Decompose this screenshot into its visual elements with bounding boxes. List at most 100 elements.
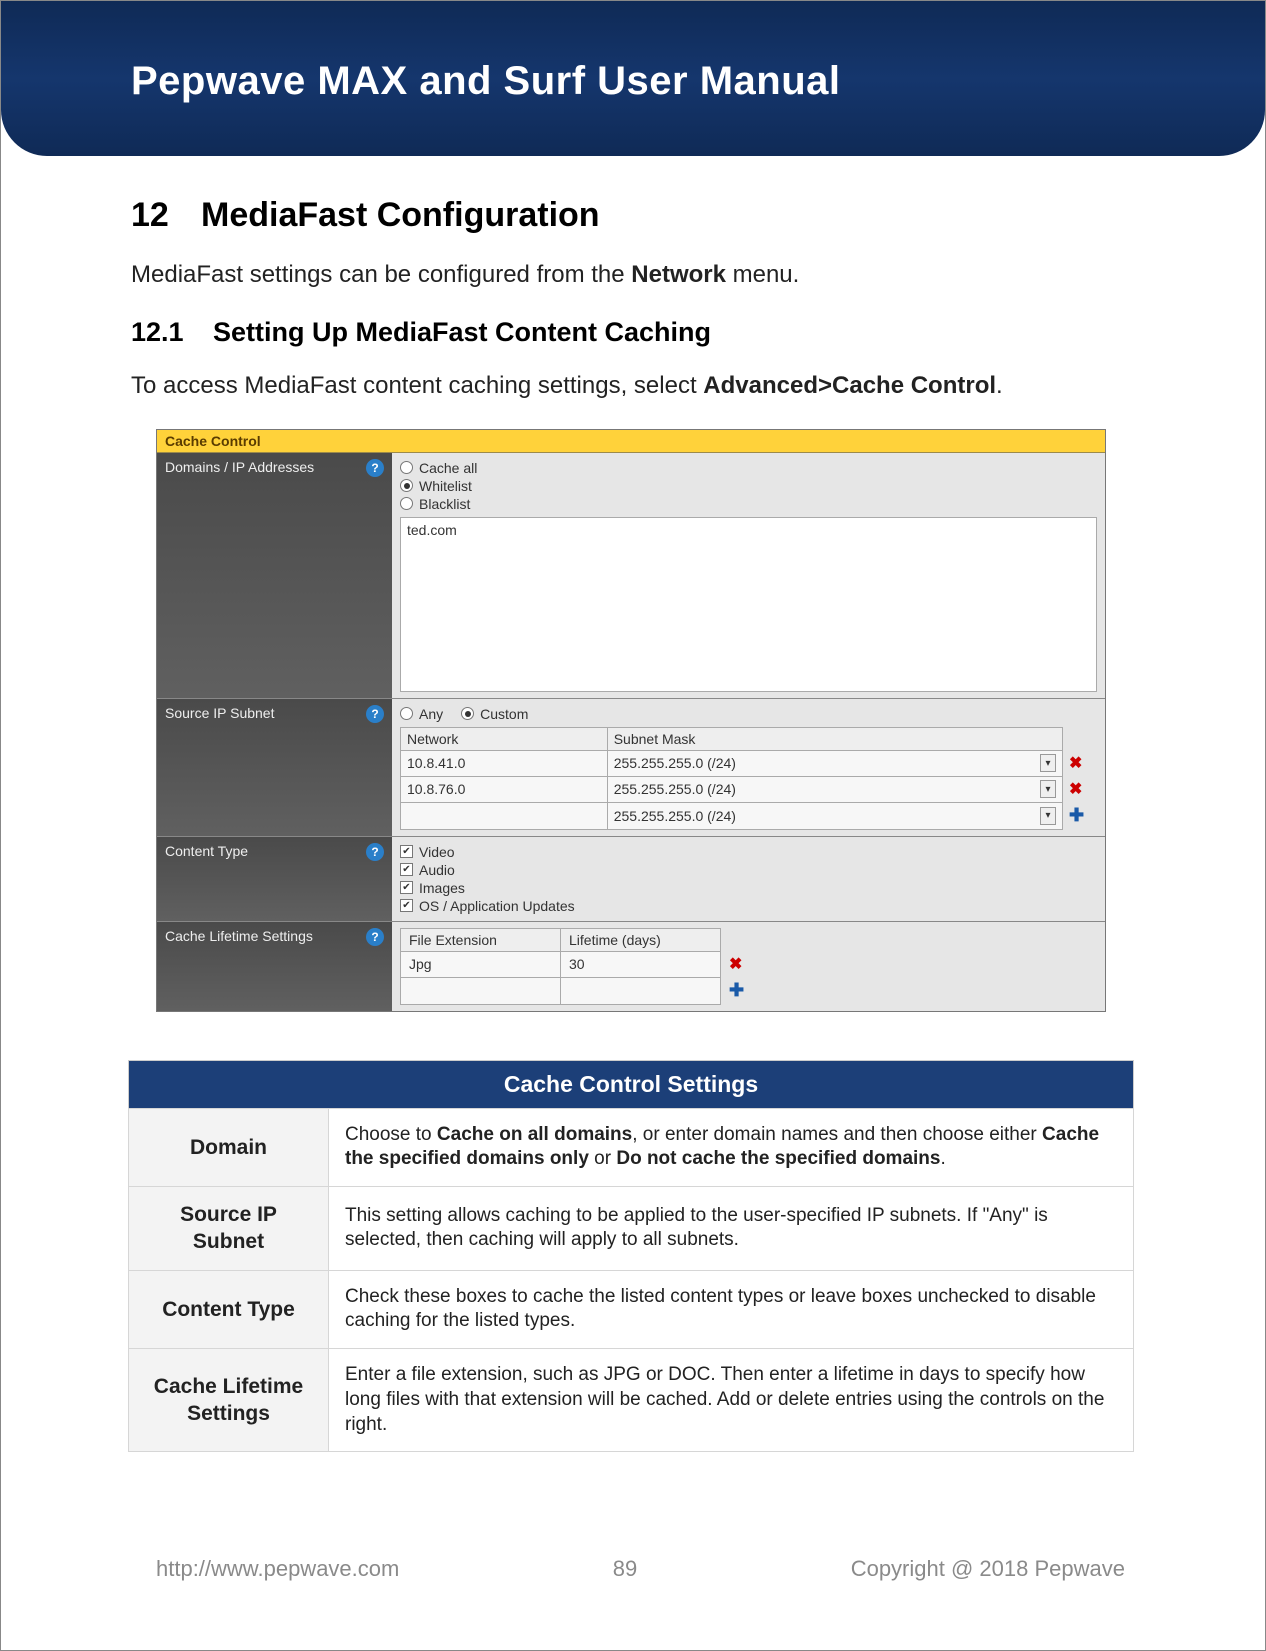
label-content-type: Content Type ? — [157, 837, 392, 921]
mask-value: 255.255.255.0 (/24) — [614, 781, 736, 797]
body-domains: Cache all Whitelist Blacklist ted.com — [392, 453, 1105, 698]
cache-control-panel: Cache Control Domains / IP Addresses ? C… — [156, 429, 1106, 1012]
header-band: Pepwave MAX and Surf User Manual — [1, 1, 1265, 156]
source-ip-mode: Any Custom — [400, 705, 1097, 723]
help-icon[interactable]: ? — [366, 459, 384, 477]
row-cache-lifetime: Cache Lifetime Settings ? File Extension… — [157, 922, 1105, 1011]
page-footer: http://www.pepwave.com 89 Copyright @ 20… — [1, 1556, 1265, 1582]
intro-text-post: menu. — [726, 261, 799, 288]
radio-icon — [400, 497, 413, 510]
help-icon[interactable]: ? — [366, 705, 384, 723]
body-source-ip: Any Custom Network Subnet Mask 10.8.41.0… — [392, 699, 1105, 836]
desc-key-content-type: Content Type — [129, 1270, 329, 1348]
desc-key-source-ip: Source IP Subnet — [129, 1187, 329, 1271]
page-number: 89 — [613, 1556, 637, 1582]
section-intro: MediaFast settings can be configured fro… — [131, 259, 1131, 291]
checkbox-os-updates[interactable]: OS / Application Updates — [400, 897, 1097, 915]
network-input[interactable]: 10.8.76.0 — [401, 776, 608, 802]
network-input[interactable]: 10.8.41.0 — [401, 750, 608, 776]
radio-icon — [400, 707, 413, 720]
section-number: 12 — [131, 196, 201, 235]
text: , or enter domain names and then choose … — [632, 1124, 1042, 1145]
col-network: Network — [401, 727, 608, 750]
days-input[interactable] — [561, 977, 721, 1004]
body-pre: To access MediaFast content caching sett… — [131, 372, 703, 399]
add-row-button[interactable]: ✚ — [729, 980, 744, 1000]
network-input[interactable] — [401, 802, 608, 829]
radio-whitelist[interactable]: Whitelist — [400, 477, 1097, 495]
radio-blacklist[interactable]: Blacklist — [400, 495, 1097, 513]
mask-value: 255.255.255.0 (/24) — [614, 755, 736, 771]
subsection-number: 12.1 — [131, 317, 213, 348]
subnet-table: Network Subnet Mask 10.8.41.0 255.255.25… — [400, 727, 1097, 830]
lifetime-table: File Extension Lifetime (days) Jpg 30 ✖ — [400, 928, 755, 1005]
table-row: Content Type Check these boxes to cache … — [129, 1270, 1134, 1348]
panel-title: Cache Control — [157, 430, 1105, 453]
page-frame: Pepwave MAX and Surf User Manual 12Media… — [0, 0, 1266, 1651]
intro-text-bold: Network — [631, 261, 726, 288]
help-icon[interactable]: ? — [366, 843, 384, 861]
col-action — [721, 928, 755, 951]
col-action — [1063, 727, 1097, 750]
domain-textarea[interactable]: ted.com — [400, 517, 1097, 692]
desc-key-cache-lifetime: Cache Lifetime Settings — [129, 1349, 329, 1452]
radio-label: Custom — [480, 706, 528, 722]
table-row: Cache Lifetime Settings Enter a file ext… — [129, 1349, 1134, 1452]
mask-select[interactable]: 255.255.255.0 (/24) ▾ — [607, 750, 1062, 776]
subsection-heading: 12.1Setting Up MediaFast Content Caching — [131, 317, 1131, 348]
checkbox-icon — [400, 845, 413, 858]
radio-icon — [400, 461, 413, 474]
table-row: 255.255.255.0 (/24) ▾ ✚ — [401, 802, 1097, 829]
body-content-type: Video Audio Images OS / Application Upda… — [392, 837, 1105, 921]
checkbox-icon — [400, 899, 413, 912]
ext-input[interactable] — [401, 977, 561, 1004]
table-row: ✚ — [401, 977, 755, 1004]
checkbox-label: OS / Application Updates — [419, 898, 575, 914]
col-file-ext: File Extension — [401, 928, 561, 951]
days-input[interactable]: 30 — [561, 951, 721, 977]
text: . — [940, 1148, 945, 1169]
delete-row-button[interactable]: ✖ — [1069, 755, 1082, 772]
table-row: Domain Choose to Cache on all domains, o… — [129, 1108, 1134, 1186]
text-bold: Do not cache the specified domains — [616, 1148, 940, 1169]
mask-select[interactable]: 255.255.255.0 (/24) ▾ — [607, 802, 1062, 829]
checkbox-label: Images — [419, 880, 465, 896]
subsection-title: Setting Up MediaFast Content Caching — [213, 317, 711, 347]
row-source-ip: Source IP Subnet ? Any Custom Network Su… — [157, 699, 1105, 837]
delete-row-button[interactable]: ✖ — [729, 956, 742, 973]
radio-custom[interactable]: Custom — [461, 705, 528, 723]
intro-text-pre: MediaFast settings can be configured fro… — [131, 261, 631, 288]
section-heading: 12MediaFast Configuration — [131, 196, 1131, 235]
radio-any[interactable]: Any — [400, 705, 443, 723]
table-row: Jpg 30 ✖ — [401, 951, 755, 977]
checkbox-icon — [400, 881, 413, 894]
subsection-body: To access MediaFast content caching sett… — [131, 370, 1131, 402]
chevron-down-icon: ▾ — [1040, 807, 1056, 825]
desc-val-cache-lifetime: Enter a file extension, such as JPG or D… — [329, 1349, 1134, 1452]
checkbox-video[interactable]: Video — [400, 843, 1097, 861]
main-content: 12MediaFast Configuration MediaFast sett… — [131, 196, 1131, 1452]
settings-description-table: Cache Control Settings Domain Choose to … — [128, 1060, 1134, 1452]
row-content-type: Content Type ? Video Audio Images OS / A… — [157, 837, 1105, 922]
ext-input[interactable]: Jpg — [401, 951, 561, 977]
table-row: Source IP Subnet This setting allows cac… — [129, 1187, 1134, 1271]
desc-val-source-ip: This setting allows caching to be applie… — [329, 1187, 1134, 1271]
radio-label: Blacklist — [419, 496, 470, 512]
checkbox-audio[interactable]: Audio — [400, 861, 1097, 879]
delete-row-button[interactable]: ✖ — [1069, 781, 1082, 798]
radio-icon — [461, 707, 474, 720]
desc-val-domain: Choose to Cache on all domains, or enter… — [329, 1108, 1134, 1186]
table-row: 10.8.76.0 255.255.255.0 (/24)▾ ✖ — [401, 776, 1097, 802]
body-post: . — [996, 372, 1003, 399]
desc-key-domain: Domain — [129, 1108, 329, 1186]
chevron-down-icon: ▾ — [1040, 754, 1056, 772]
add-row-button[interactable]: ✚ — [1069, 805, 1084, 825]
checkbox-images[interactable]: Images — [400, 879, 1097, 897]
mask-select[interactable]: 255.255.255.0 (/24)▾ — [607, 776, 1062, 802]
radio-cache-all[interactable]: Cache all — [400, 459, 1097, 477]
footer-copyright: Copyright @ 2018 Pepwave — [851, 1556, 1125, 1582]
label-domains: Domains / IP Addresses ? — [157, 453, 392, 698]
section-title: MediaFast Configuration — [201, 196, 600, 234]
mask-value: 255.255.255.0 (/24) — [614, 808, 736, 824]
help-icon[interactable]: ? — [366, 928, 384, 946]
